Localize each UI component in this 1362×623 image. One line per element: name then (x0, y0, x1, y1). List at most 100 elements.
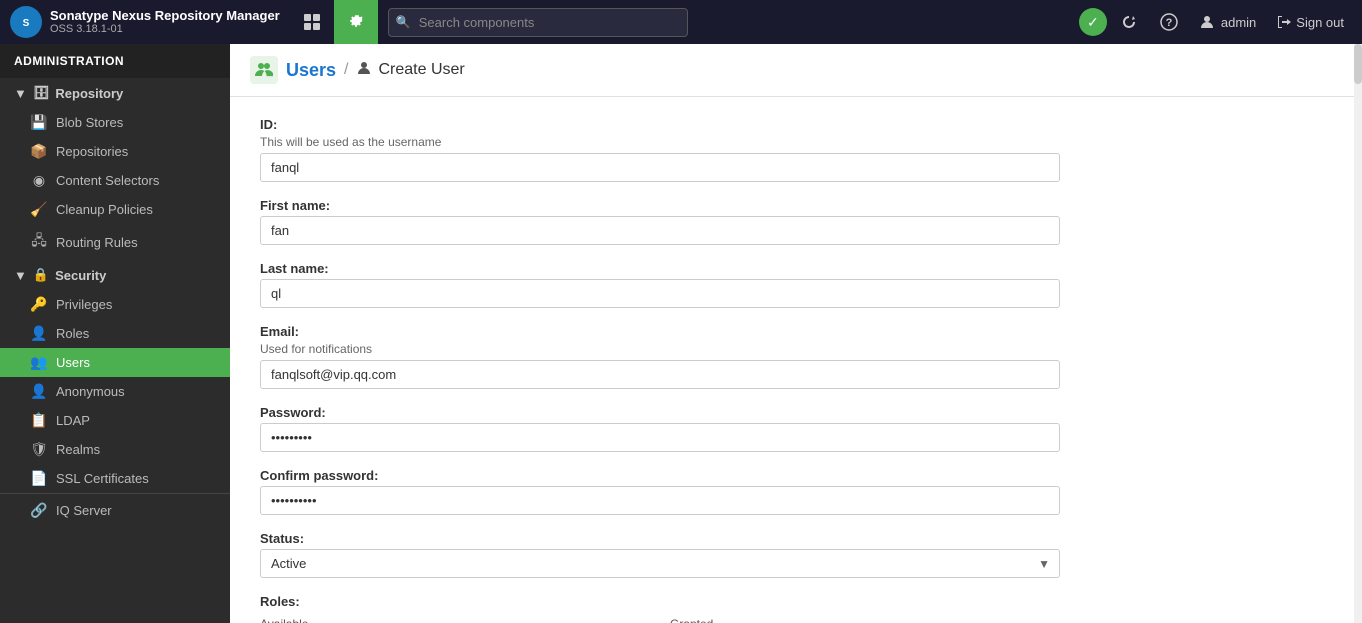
sidebar-item-privileges[interactable]: 🔑 Privileges (0, 290, 230, 319)
password-label: Password: (260, 405, 1100, 420)
confirm-password-input[interactable] (260, 486, 1060, 515)
sidebar: Administration ▼ 🗄 Repository 💾 Blob Sto… (0, 44, 230, 623)
firstname-label: First name: (260, 198, 1100, 213)
sidebar-item-anonymous[interactable]: 👤 Anonymous (0, 377, 230, 406)
help-btn[interactable]: ? (1151, 4, 1187, 40)
email-input[interactable] (260, 360, 1060, 389)
status-field-group: Status: Active Disabled ▼ (260, 531, 1100, 578)
users-page-icon (250, 56, 278, 84)
create-user-icon (357, 60, 373, 81)
search-input[interactable] (388, 8, 688, 37)
sidebar-item-label: Cleanup Policies (56, 202, 153, 217)
svg-text:S: S (23, 18, 30, 29)
chevron-down-icon: ▼ (14, 86, 27, 101)
password-field-group: Password: (260, 405, 1100, 452)
blob-stores-icon: 💾 (30, 114, 48, 131)
refresh-btn[interactable] (1111, 4, 1147, 40)
sidebar-item-roles[interactable]: 👤 Roles (0, 319, 230, 348)
sidebar-item-ssl-certificates[interactable]: 📄 SSL Certificates (0, 464, 230, 493)
brand: S Sonatype Nexus Repository Manager OSS … (10, 6, 280, 38)
content-selectors-icon: ◉ (30, 172, 48, 189)
routing-rules-icon: 🖧 (30, 230, 48, 254)
signout-btn[interactable]: Sign out (1268, 14, 1352, 30)
repository-group-icon: 🗄 (33, 85, 50, 101)
sidebar-group-security[interactable]: ▼ 🔒 Security (0, 260, 230, 290)
sidebar-group-repository[interactable]: ▼ 🗄 Repository (0, 78, 230, 108)
sidebar-item-label: Content Selectors (56, 173, 159, 188)
roles-label: Roles: (260, 594, 1100, 609)
layout: Administration ▼ 🗄 Repository 💾 Blob Sto… (0, 44, 1362, 623)
security-group-icon: 🔒 (33, 267, 49, 283)
iq-server-icon: 🔗 (30, 502, 48, 519)
sidebar-header: Administration (0, 44, 230, 78)
signout-icon (1276, 14, 1292, 30)
scrollbar-track[interactable] (1354, 44, 1362, 623)
users-icon: 👥 (30, 354, 48, 371)
page-title: Create User (379, 61, 465, 79)
page-header: Users / Create User (230, 44, 1362, 97)
sidebar-item-label: Anonymous (56, 384, 125, 399)
sidebar-item-label: Repositories (56, 144, 128, 159)
firstname-input[interactable] (260, 216, 1060, 245)
sidebar-item-repositories[interactable]: 📦 Repositories (0, 137, 230, 166)
breadcrumb-parent[interactable]: Users (286, 60, 336, 81)
chevron-down-icon: ▼ (14, 268, 27, 283)
ssl-icon: 📄 (30, 470, 48, 487)
sidebar-item-label: Users (56, 355, 90, 370)
breadcrumb-current: Create User (357, 60, 465, 81)
id-input[interactable] (260, 153, 1060, 182)
scrollbar-thumb[interactable] (1354, 44, 1362, 84)
user-menu[interactable]: admin (1191, 14, 1264, 30)
granted-column: Granted dockerManager (670, 617, 1060, 623)
sidebar-item-content-selectors[interactable]: ◉ Content Selectors (0, 166, 230, 195)
sidebar-item-label: Roles (56, 326, 89, 341)
sidebar-item-label: SSL Certificates (56, 471, 149, 486)
repository-group-label: Repository (55, 86, 123, 101)
sidebar-item-cleanup-policies[interactable]: 🧹 Cleanup Policies (0, 195, 230, 224)
settings-icon-btn[interactable] (334, 0, 378, 44)
sidebar-item-label: Privileges (56, 297, 112, 312)
sidebar-item-ldap[interactable]: 📋 LDAP (0, 406, 230, 435)
search-box: 🔍 (388, 8, 688, 37)
sidebar-item-label: LDAP (56, 413, 90, 428)
brand-version: OSS 3.18.1-01 (50, 23, 280, 36)
search-icon: 🔍 (396, 15, 411, 29)
email-field-group: Email: Used for notifications (260, 324, 1100, 389)
id-sublabel: This will be used as the username (260, 135, 1100, 149)
status-select[interactable]: Active Disabled (260, 549, 1060, 578)
email-label: Email: (260, 324, 1100, 339)
navbar-right: ✓ ? admin Sign out (1079, 4, 1352, 40)
admin-label: admin (1221, 15, 1256, 30)
roles-icon: 👤 (30, 325, 48, 342)
confirm-password-label: Confirm password: (260, 468, 1100, 483)
password-input[interactable] (260, 423, 1060, 452)
lastname-label: Last name: (260, 261, 1100, 276)
realms-icon: 🛡 (30, 441, 48, 458)
sidebar-item-iq-server[interactable]: 🔗 IQ Server (0, 493, 230, 525)
granted-header: Granted (670, 617, 1060, 623)
security-group-label: Security (55, 268, 106, 283)
signout-label: Sign out (1296, 15, 1344, 30)
available-column: Available ▼ (260, 617, 650, 623)
lastname-input[interactable] (260, 279, 1060, 308)
ldap-icon: 📋 (30, 412, 48, 429)
brand-logo: S (10, 6, 42, 38)
sidebar-item-blob-stores[interactable]: 💾 Blob Stores (0, 108, 230, 137)
breadcrumb-separator: / (344, 61, 348, 79)
sidebar-item-realms[interactable]: 🛡 Realms (0, 435, 230, 464)
repositories-icon: 📦 (30, 143, 48, 160)
svg-text:?: ? (1166, 17, 1173, 29)
email-sublabel: Used for notifications (260, 342, 1100, 356)
roles-field-group: Roles: Available ▼ (260, 594, 1100, 623)
create-user-form: ID: This will be used as the username Fi… (230, 97, 1130, 623)
browse-icon-btn[interactable] (290, 0, 334, 44)
privileges-icon: 🔑 (30, 296, 48, 313)
id-field-group: ID: This will be used as the username (260, 117, 1100, 182)
cleanup-policies-icon: 🧹 (30, 201, 48, 218)
sidebar-item-users[interactable]: 👥 Users (0, 348, 230, 377)
status-select-wrap: Active Disabled ▼ (260, 549, 1060, 578)
confirm-password-field-group: Confirm password: (260, 468, 1100, 515)
status-indicator: ✓ (1079, 8, 1107, 36)
brand-name: Sonatype Nexus Repository Manager (50, 8, 280, 24)
sidebar-item-routing-rules[interactable]: 🖧 Routing Rules (0, 224, 230, 260)
